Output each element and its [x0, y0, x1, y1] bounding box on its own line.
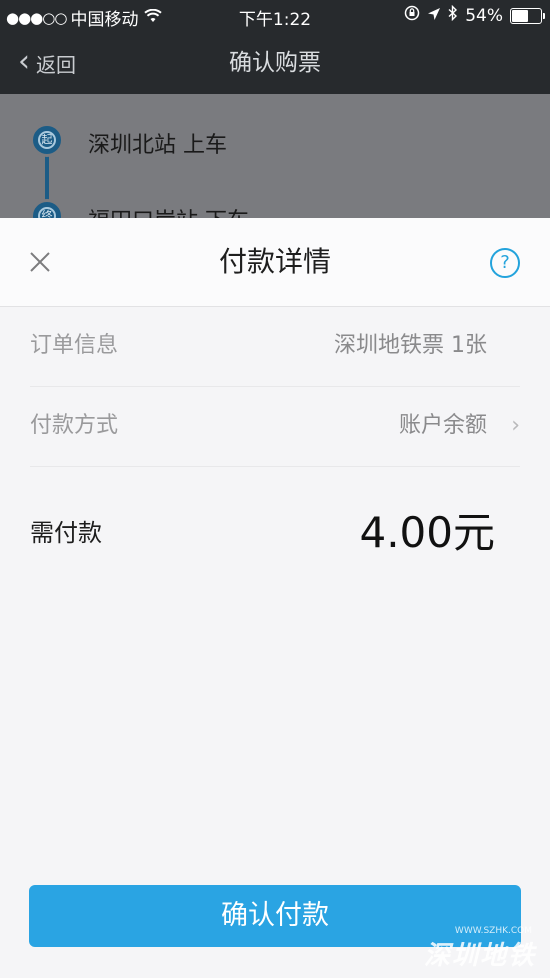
status-right: 54%: [404, 4, 545, 26]
nav-bar: ‹ 返回 确认购票: [0, 32, 550, 94]
payment-method-label: 付款方式: [30, 413, 119, 438]
location-arrow-icon: [427, 6, 441, 26]
amount-due-value: 4.00元: [359, 508, 495, 557]
status-bar: ●●●○○ 中国移动 下午1:22 54%: [0, 0, 550, 32]
payment-sheet: 付款详情 ? 订单信息 深圳地铁票 1张 付款方式 账户余额 › 需付款 4.0…: [0, 218, 550, 978]
order-info-row: 订单信息 深圳地铁票 1张: [30, 306, 520, 387]
bluetooth-icon: [448, 4, 458, 26]
page-title: 确认购票: [229, 50, 321, 76]
battery-icon: [510, 7, 545, 24]
end-station-marker: 终: [30, 199, 64, 218]
start-station-label: 深圳北站 上车: [88, 133, 227, 158]
chevron-right-icon: ›: [511, 413, 520, 438]
help-icon[interactable]: ?: [490, 248, 520, 278]
order-info-label: 订单信息: [30, 333, 119, 358]
amount-due-row: 需付款 4.00元: [30, 498, 520, 568]
amount-due-label: 需付款: [30, 519, 102, 547]
payment-method-value: 账户余额: [398, 413, 487, 438]
route-summary: 起 深圳北站 上车 终 福田口岸站 下车: [0, 94, 550, 218]
order-info-value: 深圳地铁票 1张: [334, 333, 487, 358]
sheet-header: 付款详情 ?: [0, 218, 550, 307]
lock-rotation-icon: [404, 5, 420, 26]
payment-method-row[interactable]: 付款方式 账户余额 ›: [30, 386, 520, 467]
battery-level: 54%: [465, 5, 503, 26]
start-station-marker: 起: [30, 123, 64, 157]
watermark-logo: 深圳地铁: [423, 941, 536, 971]
end-station-label: 福田口岸站 下车: [88, 203, 249, 218]
sheet-title: 付款详情: [218, 245, 331, 278]
